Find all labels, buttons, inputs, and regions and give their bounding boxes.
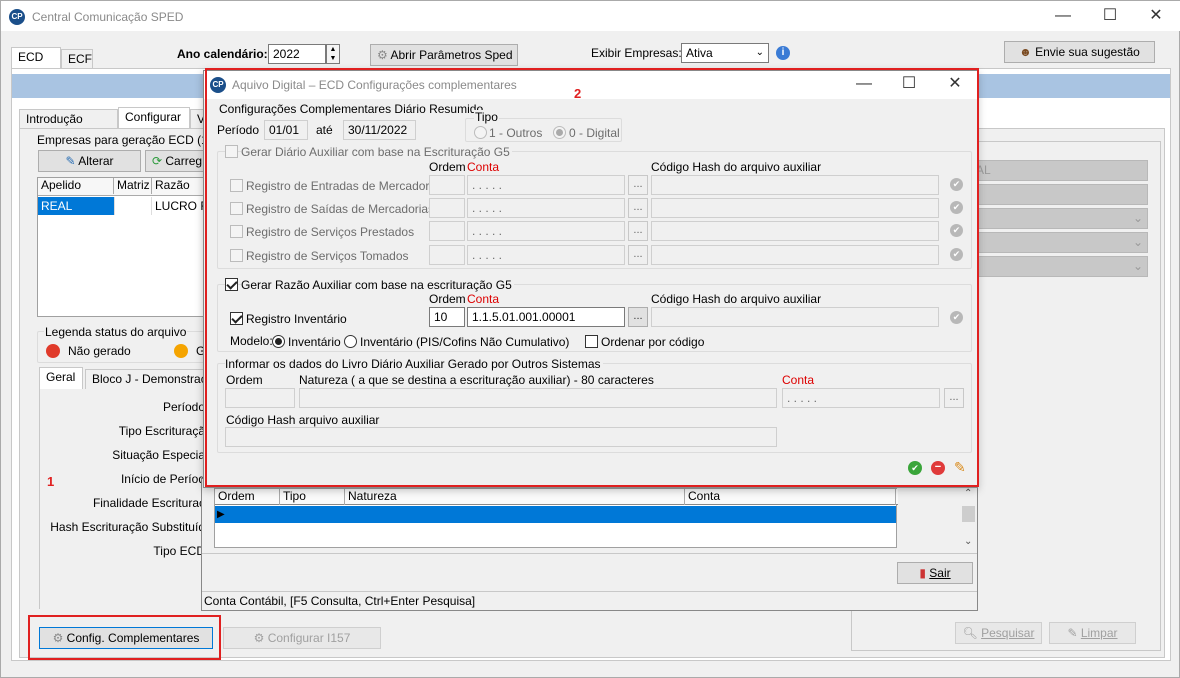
- ano-label: Ano calendário:: [177, 47, 268, 61]
- field-periodo: Período: [162, 400, 205, 414]
- eraser-icon: ✎: [1067, 626, 1081, 640]
- alterar-label: Alterar: [78, 154, 114, 168]
- limpar-label: Limpar: [1080, 626, 1118, 640]
- tab-ecd[interactable]: ECD: [11, 47, 61, 69]
- tab-geral[interactable]: Geral: [39, 367, 83, 389]
- chevron-up-icon[interactable]: ⌃: [964, 488, 972, 499]
- maximize-icon[interactable]: ☐: [1095, 5, 1125, 27]
- back-dialog: Ordem Tipo Natureza Conta ▶ ⌃ ⌄ ▮ Sair C…: [201, 478, 978, 611]
- refresh-icon: ⟳: [152, 154, 166, 168]
- table-row[interactable]: [215, 506, 896, 523]
- field-finalidade: Finalidade Escrituraç: [92, 496, 205, 510]
- back-grid: Ordem Tipo Natureza Conta ▶: [214, 488, 898, 548]
- chevron-down-icon: ⌄: [755, 47, 764, 58]
- back-scrollbar[interactable]: ⌃ ⌄: [961, 488, 976, 552]
- status-red-icon: [46, 344, 60, 358]
- annotation-box-2: [205, 68, 979, 487]
- exit-icon: ▮: [919, 566, 930, 580]
- cell-matriz: [114, 197, 152, 215]
- sair-button[interactable]: ▮ Sair: [897, 562, 973, 584]
- tab-bloco-j[interactable]: Bloco J - Demonstraç: [85, 369, 207, 389]
- chevron-down-icon: ⌄: [1132, 211, 1143, 225]
- limpar-button[interactable]: ✎ Limpar: [1049, 622, 1136, 644]
- close-icon[interactable]: ✕: [1141, 5, 1171, 27]
- alterar-button[interactable]: ✎ Alterar: [38, 150, 141, 172]
- col-razao[interactable]: Razão: [152, 178, 208, 194]
- legend-nao-gerado: Não gerado: [68, 344, 131, 358]
- app-logo-icon: CP: [9, 9, 25, 25]
- cell-razao: LUCRO R: [155, 199, 208, 213]
- exibir-select[interactable]: Ativa ⌄: [681, 43, 769, 63]
- annotation-box-1: [28, 615, 221, 660]
- user-icon: ☻: [1019, 45, 1036, 59]
- back-grid-header: Ordem Tipo Natureza Conta: [215, 489, 898, 505]
- sair-label: Sair: [929, 566, 951, 580]
- row-pointer-icon: ▶: [217, 509, 225, 520]
- status-orange-icon: [174, 344, 188, 358]
- field-tipo-ecd: Tipo ECD: [153, 544, 205, 558]
- tab-ecf[interactable]: ECF: [61, 49, 93, 69]
- right-item-2: [971, 184, 1148, 205]
- col-matriz[interactable]: Matriz: [114, 178, 152, 194]
- carregar-button[interactable]: ⟳ Carreg: [145, 150, 207, 172]
- sugestao-label: Envie sua sugestão: [1035, 45, 1140, 59]
- pesquisar-button[interactable]: 🔍︎ Pesquisar: [955, 622, 1042, 644]
- chevron-down-icon: ⌄: [1132, 259, 1143, 273]
- gear-icon: ⚙: [377, 48, 391, 62]
- field-inicio: Início de Períod: [120, 472, 205, 486]
- minimize-icon[interactable]: —: [1048, 5, 1078, 27]
- right-select-1[interactable]: ⌄: [971, 208, 1148, 229]
- abrir-parametros-button[interactable]: ⚙ Abrir Parâmetros Sped: [370, 44, 518, 66]
- field-hash: Hash Escrituração Substituíd: [50, 520, 205, 534]
- chevron-down-icon[interactable]: ⌄: [964, 536, 972, 547]
- ano-input[interactable]: 2022: [268, 44, 326, 64]
- configurar-i157-button[interactable]: ⚙ Configurar I157: [223, 627, 381, 649]
- divider: [202, 553, 977, 554]
- col-tipo[interactable]: Tipo: [280, 489, 345, 505]
- title-bar: CP Central Comunicação SPED — ☐ ✕: [1, 1, 1180, 31]
- tab-configurar[interactable]: Configurar: [118, 107, 190, 129]
- col-ordem[interactable]: Ordem: [215, 489, 280, 505]
- info-icon[interactable]: i: [776, 46, 790, 60]
- status-bar: Conta Contábil, [F5 Consulta, Ctrl+Enter…: [202, 591, 977, 611]
- empresas-title: Empresas para geração ECD (1): [37, 133, 212, 147]
- scroll-thumb[interactable]: [962, 506, 975, 522]
- right-select-2[interactable]: ⌄: [971, 232, 1148, 253]
- exibir-label: Exibir Empresas:: [591, 46, 682, 60]
- legend-title: Legenda status do arquivo: [44, 325, 188, 339]
- field-situacao: Situação Especia: [112, 448, 205, 462]
- search-icon: 🔍︎: [962, 626, 982, 640]
- pesquisar-label: Pesquisar: [981, 626, 1035, 640]
- grid-header: Apelido Matriz Razão: [38, 178, 208, 196]
- empresas-grid: Apelido Matriz Razão REAL LUCRO R: [37, 177, 208, 317]
- field-tipo-escrituracao: Tipo Escrituraçã: [118, 424, 205, 438]
- exibir-value: Ativa: [686, 46, 713, 60]
- abrir-label: Abrir Parâmetros Sped: [390, 48, 513, 62]
- col-conta[interactable]: Conta: [685, 489, 896, 505]
- tab-introducao[interactable]: Introdução Geral: [19, 109, 118, 144]
- sugestao-button[interactable]: ☻ Envie sua sugestão: [1004, 41, 1155, 63]
- col-natureza[interactable]: Natureza: [345, 489, 685, 505]
- right-select-3[interactable]: ⌄: [971, 256, 1148, 277]
- configurar-label: Configurar I157: [267, 631, 351, 645]
- chevron-down-icon: ⌄: [1132, 235, 1143, 249]
- col-apelido[interactable]: Apelido: [38, 178, 114, 194]
- cell-apelido: REAL: [38, 197, 114, 215]
- gear-icon: ⚙: [253, 631, 268, 645]
- right-item-al: AL: [971, 160, 1148, 181]
- annotation-1: 1: [47, 474, 55, 489]
- edit-icon: ✎: [65, 154, 79, 168]
- ano-spinner[interactable]: ▲ ▼: [326, 44, 340, 64]
- window-title: Central Comunicação SPED: [32, 10, 184, 24]
- carregar-label: Carreg: [165, 154, 203, 168]
- table-row[interactable]: REAL LUCRO R: [38, 197, 208, 215]
